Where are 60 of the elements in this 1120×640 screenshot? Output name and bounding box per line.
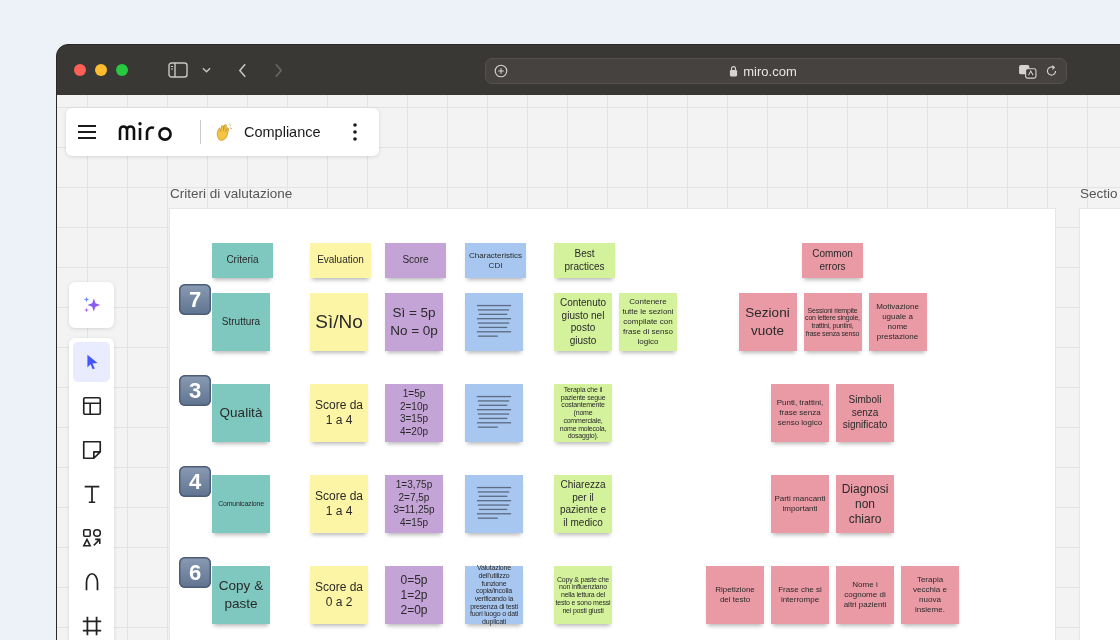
number-badge: 3 <box>179 375 211 406</box>
sticky-note[interactable]: Qualità <box>212 384 270 442</box>
more-icon[interactable] <box>353 123 357 141</box>
frame-title[interactable]: Sectio <box>1080 186 1118 201</box>
sticky-note[interactable]: Characteristics CDI <box>465 243 526 278</box>
number-badge: 7 <box>179 284 211 315</box>
sticky-note[interactable] <box>465 384 523 442</box>
sticky-note[interactable]: Parti mancanti importanti <box>771 475 829 533</box>
sticky-note[interactable]: 0=5p 1=2p 2=0p <box>385 566 443 624</box>
sticky-note[interactable]: Score <box>385 243 446 278</box>
sticky-note[interactable]: Score da 1 a 4 <box>310 475 368 533</box>
plus-icon[interactable] <box>494 64 508 78</box>
minimize-window-button[interactable] <box>95 64 107 76</box>
board-title[interactable]: Compliance <box>244 124 321 140</box>
url-text: miro.com <box>743 63 797 79</box>
sticky-note[interactable]: Diagnosi non chiaro <box>836 475 894 533</box>
sticky-note[interactable]: Contenere tutte le sezioni compilate con frase di senso logico <box>619 293 677 351</box>
sticky-note[interactable]: Punti, trattini, frase senza senso logico <box>771 384 829 442</box>
sticky-note[interactable]: Score da 0 a 2 <box>310 566 368 624</box>
sticky-note[interactable]: Motivazione uguale a nome prestazione <box>868 293 927 351</box>
reload-icon[interactable] <box>1045 64 1058 78</box>
sticky-note[interactable]: Ripetizione del testo <box>706 566 764 624</box>
number-badge: 4 <box>179 466 211 497</box>
sticky-note[interactable]: Nome i cognome di altri pazienti <box>836 566 894 624</box>
frame-title[interactable]: Criteri di valutazione <box>170 186 293 201</box>
zoom-window-button[interactable] <box>116 64 128 76</box>
number-badge: 6 <box>179 557 211 588</box>
sticky-note[interactable]: Evaluation <box>310 243 371 278</box>
menu-icon[interactable] <box>78 125 96 139</box>
frame-icon <box>80 615 103 637</box>
sticky-note[interactable]: Frase che si interrompe <box>771 566 829 624</box>
translate-icon[interactable] <box>1018 63 1037 79</box>
ai-button[interactable] <box>69 282 114 328</box>
sticky-note[interactable]: 1=5p 2=10p 3=15p 4=20p <box>385 384 443 442</box>
sticky-note[interactable]: Copy & paste <box>212 566 270 624</box>
waving-hand-icon <box>215 122 232 142</box>
sticky-note[interactable]: 1=3,75p 2=7,5p 3=11,25p 4=15p <box>385 475 443 533</box>
sticky-note[interactable]: Score da 1 a 4 <box>310 384 368 442</box>
sticky-note-icon <box>80 439 103 461</box>
sticky-note[interactable]: Sì/No <box>310 293 368 351</box>
address-bar[interactable]: miro.com <box>485 58 1067 84</box>
sticky-note[interactable]: Best practices <box>554 243 615 278</box>
back-icon[interactable] <box>238 62 247 78</box>
sticky-note[interactable]: Terapia vecchia e nuova insieme. <box>901 566 959 624</box>
layout-icon <box>80 395 103 417</box>
sticky-note[interactable]: Sezioni vuote <box>738 293 797 351</box>
sticky-note[interactable] <box>465 293 523 351</box>
sticky-note[interactable]: Simboli senza significato <box>836 384 894 442</box>
sticky-note[interactable]: Struttura <box>212 293 270 351</box>
sticky-note[interactable]: Contenuto giusto nel posto giusto <box>554 293 612 351</box>
sticky-note[interactable]: Criteria <box>212 243 273 278</box>
close-window-button[interactable] <box>74 64 86 76</box>
sticky-note[interactable]: Sì = 5p No = 0p <box>385 293 443 351</box>
lock-icon <box>729 65 739 77</box>
sticky-note[interactable]: Common errors <box>802 243 863 278</box>
sticky-note[interactable] <box>465 475 523 533</box>
sticky-note[interactable]: Chiarezza per il paziente e il medico <box>554 475 612 533</box>
chevron-down-icon[interactable] <box>202 67 211 73</box>
shapes-icon <box>80 527 103 549</box>
sidebar-icon[interactable] <box>168 62 188 78</box>
